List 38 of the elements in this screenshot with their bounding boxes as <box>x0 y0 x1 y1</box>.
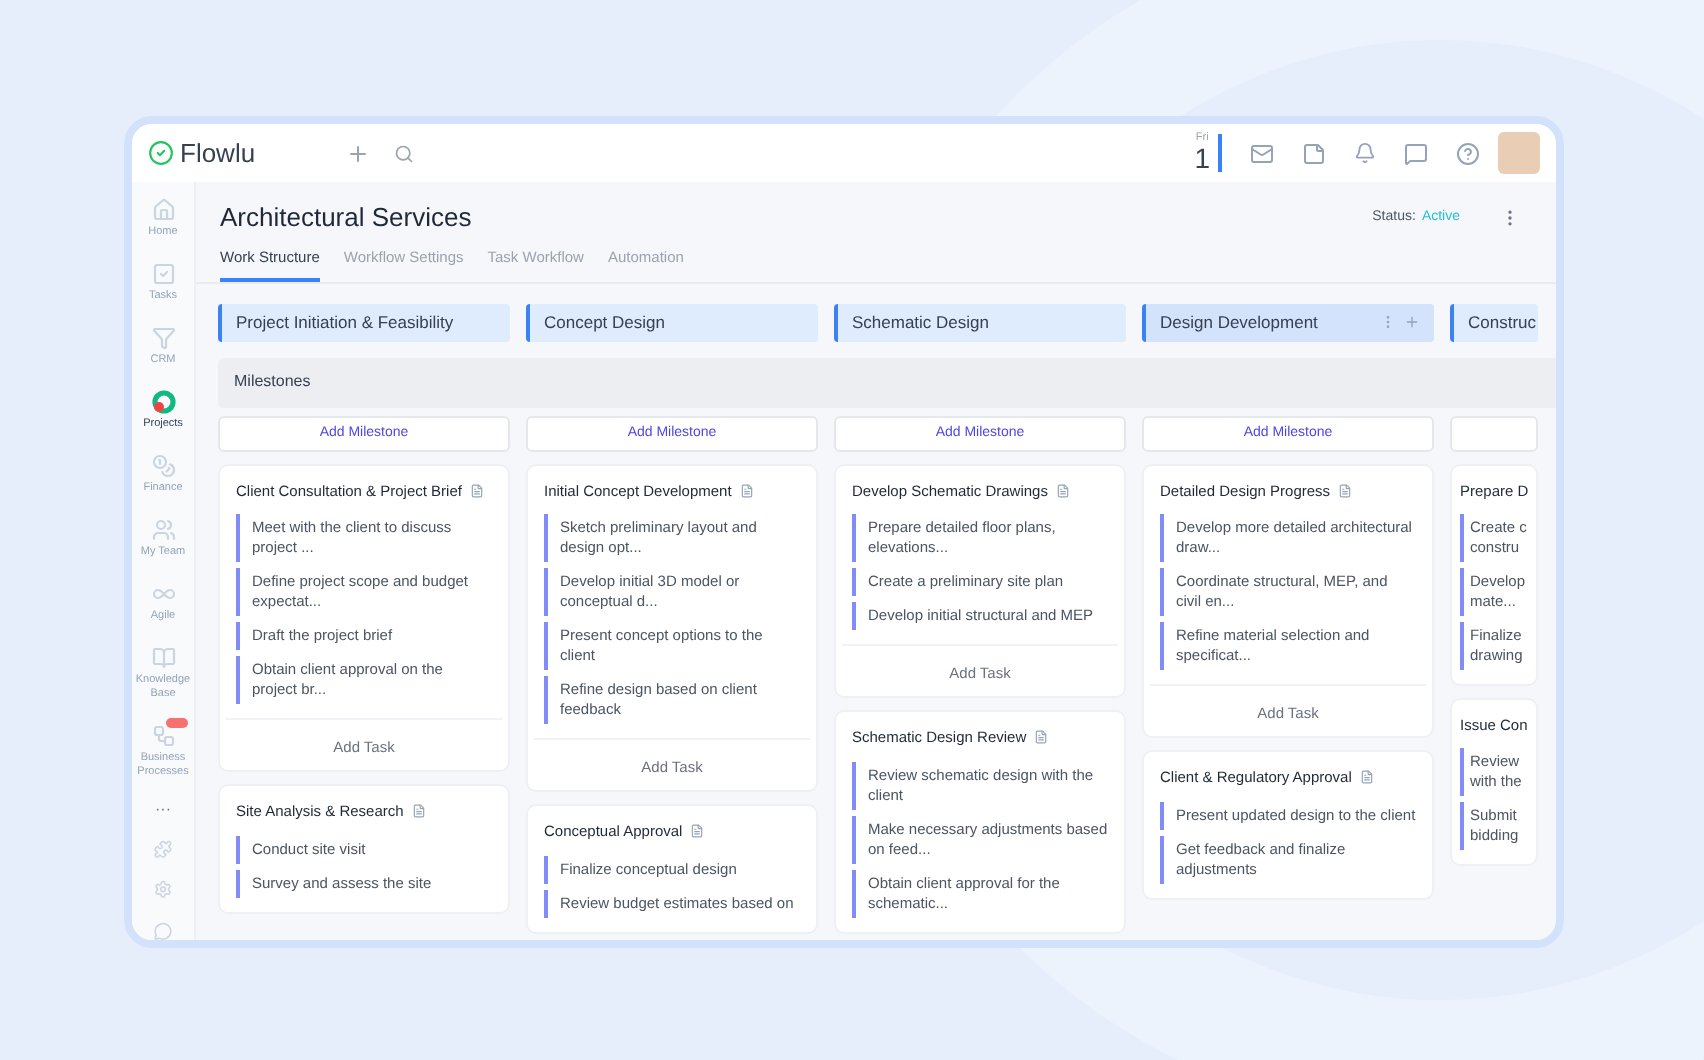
note-icon[interactable] <box>1302 141 1326 165</box>
module-icon <box>151 326 175 350</box>
stage-header: Construc <box>1450 303 1538 342</box>
module-icon <box>151 198 175 222</box>
chat-bubble-icon[interactable] <box>152 921 174 940</box>
stage-header: Schematic Design <box>834 303 1126 342</box>
mail-icon[interactable] <box>1250 141 1274 165</box>
app-logo[interactable]: Flowlu <box>180 133 256 173</box>
module-icon <box>151 454 175 478</box>
module-icon <box>151 724 175 748</box>
document-icon <box>690 824 705 839</box>
stage-header: Design Development <box>1142 303 1434 342</box>
projects-icon <box>151 390 175 414</box>
search-icon[interactable] <box>393 143 414 163</box>
document-icon <box>739 483 754 498</box>
settings-icon[interactable] <box>152 880 174 900</box>
logo-icon <box>148 140 174 166</box>
document-icon <box>411 804 426 819</box>
stage-header: Project Initiation & Feasibility <box>218 303 510 342</box>
document-icon <box>1034 730 1049 745</box>
puzzle-icon[interactable] <box>152 840 174 859</box>
module-icon <box>151 646 175 670</box>
more-menu[interactable]: ··· <box>155 802 171 818</box>
document-icon <box>1338 483 1353 498</box>
document-icon <box>1359 770 1374 785</box>
module-icon <box>151 518 175 542</box>
document-icon <box>469 483 484 498</box>
add-icon[interactable] <box>1404 314 1420 331</box>
help-icon[interactable] <box>1456 141 1480 165</box>
stage-header: Concept Design <box>526 303 818 342</box>
notification-pill <box>166 718 188 728</box>
milestones-band: Milestones <box>218 357 1556 408</box>
chat-icon[interactable] <box>1404 141 1428 165</box>
module-icon <box>151 262 175 286</box>
document-icon <box>1055 483 1070 498</box>
add-icon[interactable] <box>345 141 370 165</box>
bell-icon[interactable] <box>1354 142 1376 164</box>
page-title: Architectural Services <box>220 200 474 236</box>
